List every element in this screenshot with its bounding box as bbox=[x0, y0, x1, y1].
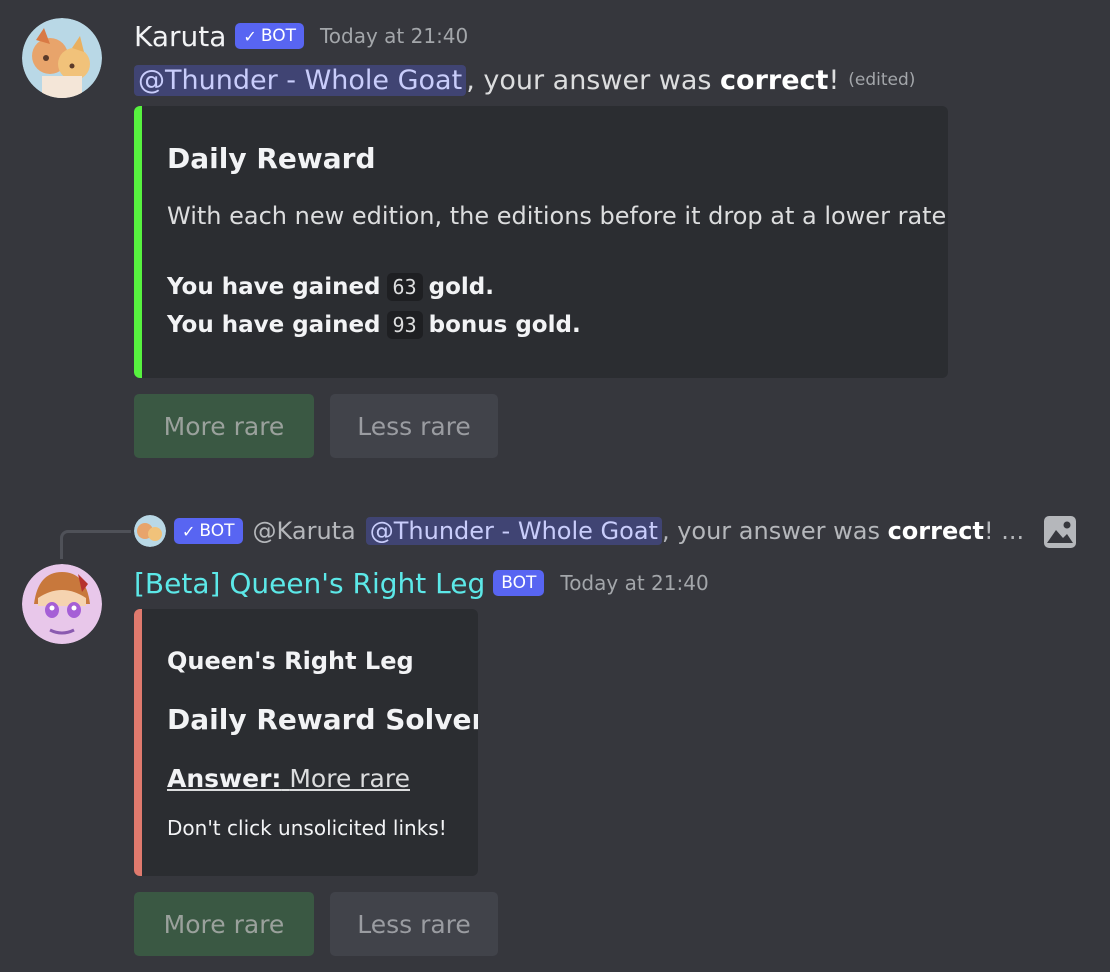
daily-reward-embed: Daily Reward With each new edition, the … bbox=[134, 106, 948, 378]
chat-messages: Karuta ✓ BOT Today at 21:40 @Thunder - W… bbox=[0, 0, 1110, 972]
reply-connector bbox=[60, 530, 131, 559]
embed-description: With each new edition, the editions befo… bbox=[167, 202, 948, 230]
bot-tag: ✓ BOT bbox=[235, 23, 304, 49]
gold-text: You have gained bbox=[167, 274, 381, 300]
check-icon: ✓ bbox=[243, 26, 257, 46]
answer-label: Answer: bbox=[167, 764, 282, 793]
embed-color-bar bbox=[134, 609, 142, 876]
less-rare-button[interactable]: Less rare bbox=[330, 892, 498, 956]
reply-bold-text: correct bbox=[887, 517, 984, 545]
gold-text-end: gold. bbox=[428, 274, 494, 300]
answer-value: More rare bbox=[289, 764, 410, 793]
content-text-end: ! bbox=[828, 64, 840, 96]
embed-title: Daily Reward Solver bbox=[167, 703, 478, 736]
bonus-gold-value: 93 bbox=[386, 311, 423, 339]
reply-text-end: ! ... bbox=[983, 517, 1025, 545]
embed-footer: Don't click unsolicited links! bbox=[167, 816, 447, 840]
bonus-gold-text-end: bonus gold. bbox=[428, 312, 581, 338]
solver-embed: Queen's Right Leg Daily Reward Solver An… bbox=[134, 609, 478, 876]
queens-right-leg-avatar[interactable] bbox=[22, 564, 102, 644]
message-content: @Thunder - Whole Goat , your answer was … bbox=[134, 61, 915, 99]
bonus-gold-line: You have gained 93 bonus gold. bbox=[167, 311, 581, 339]
content-bold-text: correct bbox=[720, 64, 829, 96]
bot-tag-label: BOT bbox=[501, 573, 537, 593]
edited-label: (edited) bbox=[848, 70, 916, 90]
reply-avatar bbox=[134, 515, 166, 547]
embed-title: Daily Reward bbox=[167, 142, 376, 175]
gold-value: 63 bbox=[386, 273, 423, 301]
reply-bot-tag: ✓ BOT bbox=[174, 518, 243, 544]
less-rare-button[interactable]: Less rare bbox=[330, 394, 498, 458]
timestamp[interactable]: Today at 21:40 bbox=[560, 571, 708, 595]
bot-tag-label: BOT bbox=[260, 26, 296, 46]
author-name[interactable]: [Beta] Queen's Right Leg bbox=[134, 567, 485, 600]
reply-mention[interactable]: @Thunder - Whole Goat bbox=[365, 517, 662, 545]
reply-author[interactable]: @Karuta bbox=[253, 517, 356, 545]
check-icon: ✓ bbox=[182, 521, 196, 541]
reply-bot-tag-label: BOT bbox=[199, 521, 235, 541]
reply-text: , your answer was bbox=[661, 517, 888, 545]
karuta-avatar[interactable] bbox=[22, 18, 102, 98]
user-mention[interactable]: @Thunder - Whole Goat bbox=[134, 64, 467, 96]
bonus-gold-text: You have gained bbox=[167, 312, 381, 338]
more-rare-button[interactable]: More rare bbox=[134, 394, 314, 458]
more-rare-button[interactable]: More rare bbox=[134, 892, 314, 956]
embed-author: Queen's Right Leg bbox=[167, 647, 414, 675]
image-icon[interactable] bbox=[1043, 515, 1077, 549]
author-name[interactable]: Karuta bbox=[134, 20, 226, 53]
embed-answer: Answer: More rare bbox=[167, 764, 410, 793]
bot-tag: BOT bbox=[493, 570, 545, 596]
gold-line: You have gained 63 gold. bbox=[167, 273, 494, 301]
embed-color-bar bbox=[134, 106, 142, 378]
timestamp[interactable]: Today at 21:40 bbox=[320, 24, 468, 48]
content-text: , your answer was bbox=[466, 64, 721, 96]
reply-reference[interactable]: ✓ BOT @Karuta @Thunder - Whole Goat , yo… bbox=[134, 515, 1024, 547]
